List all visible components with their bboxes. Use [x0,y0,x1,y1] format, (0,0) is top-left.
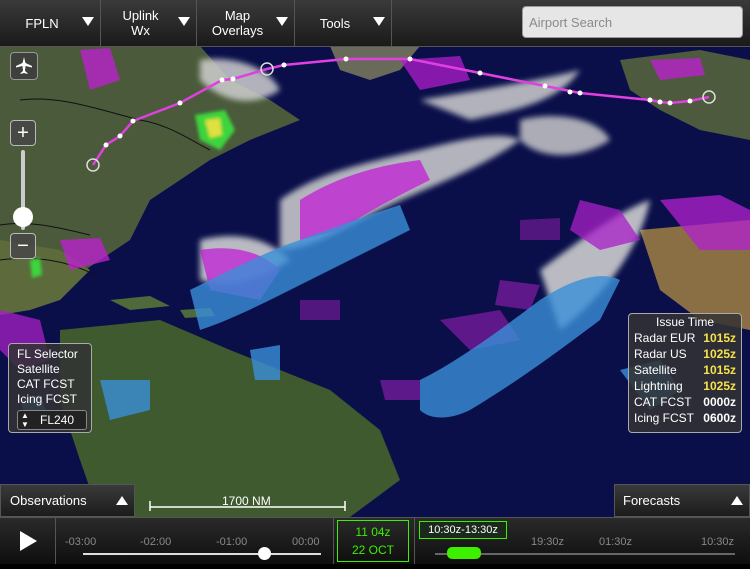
forecast-range-thumb[interactable] [447,547,481,559]
forecasts-tab[interactable]: Forecasts [614,484,750,517]
tools-label: Tools [319,15,351,31]
issue-time-value: 1015z [703,363,736,377]
uplink-label-line2: Wx [131,23,150,38]
observations-tab[interactable]: Observations [0,484,135,517]
issue-time-value: 1015z [703,331,736,345]
playback-bar: -03:00 -02:00 -01:00 00:00 11 04z 22 OCT… [0,517,750,564]
tools-button[interactable]: Tools [295,0,392,46]
forecast-tick: 10:30z [701,536,735,548]
zoom-in-button[interactable]: + [10,120,36,146]
fl-stepper[interactable]: ▲ ▼ FL240 [17,410,87,430]
issue-time-label: Icing FCST [634,411,695,425]
weather-map[interactable] [0,0,750,563]
map-overlays-label-line1: Map [224,8,251,23]
issue-time-row: CAT FCST 0000z [634,394,736,410]
top-toolbar: FPLN Uplink Wx Map Overlays Tools [0,0,750,47]
forecast-tick: 19:30z [531,536,565,548]
issue-time-value: 0000z [703,395,736,409]
center-aircraft-button[interactable] [10,52,38,80]
scale-label: 1700 NM [222,494,271,508]
timeline-tick: -02:00 [140,536,172,548]
timeline-thumb[interactable] [258,547,271,560]
timeline-track[interactable] [83,553,321,555]
chevron-down-icon [178,17,190,26]
current-time: 11 04z [355,525,391,539]
issue-time-row: Lightning 1025z [634,378,736,394]
zoom-slider-thumb[interactable] [13,207,33,227]
zoom-out-button[interactable]: − [10,233,36,259]
chevron-down-icon [82,17,94,26]
airplane-icon [16,57,32,74]
issue-time-label: CAT FCST [634,395,692,409]
forecast-tick: 01:30z [599,536,633,548]
play-icon [20,531,37,551]
chevron-up-icon [116,496,128,505]
chevron-down-icon [373,17,385,26]
chevron-up-icon [731,496,743,505]
issue-time-label: Radar US [634,347,687,361]
fl-selector-panel: FL Selector Satellite CAT FCST Icing FCS… [8,343,92,433]
fl-selector-title: FL Selector [17,347,78,361]
fl-layer-icing-fcst: Icing FCST [17,392,78,406]
map-overlays-button[interactable]: Map Overlays [197,0,295,46]
issue-time-label: Radar EUR [634,331,696,345]
issue-time-panel: Issue Time Radar EUR 1015z Radar US 1025z Sa… [628,313,742,433]
forecast-timeline[interactable]: 10:30z-13:30z 19:30z 01:30z 10:30z [414,518,750,564]
play-button[interactable] [0,518,56,564]
fpln-label: FPLN [25,15,59,31]
airport-search-box[interactable] [522,6,743,38]
current-time-box: 11 04z 22 OCT [337,520,409,562]
map-overlays-label-line2: Overlays [211,23,264,38]
issue-time-row: Icing FCST 0600z [634,410,736,426]
issue-time-row: Radar US 1025z [634,346,736,362]
issue-time-value: 1025z [703,347,736,361]
timeline-tick: -01:00 [216,536,248,548]
issue-time-row: Satellite 1015z [634,362,736,378]
observation-timeline[interactable]: -03:00 -02:00 -01:00 00:00 [56,518,334,564]
issue-time-row: Radar EUR 1015z [634,330,736,346]
issue-time-title: Issue Time [655,315,715,329]
uplink-wx-button[interactable]: Uplink Wx [101,0,197,46]
airport-search-input[interactable] [523,7,742,37]
forecasts-label: Forecasts [623,493,681,508]
issue-time-label: Satellite [634,363,677,377]
stepper-arrows-icon[interactable]: ▲ ▼ [21,411,29,429]
issue-time-value: 0600z [703,411,736,425]
observations-label: Observations [10,493,87,508]
current-date: 22 OCT [351,543,394,557]
chevron-down-icon [276,17,288,26]
issue-time-value: 1025z [703,379,736,393]
issue-time-label: Lightning [634,379,683,393]
forecast-range-label: 10:30z-13:30z [428,524,498,536]
timeline-tick: -03:00 [65,536,97,548]
fl-layer-satellite: Satellite [17,362,60,376]
fl-layer-cat-fcst: CAT FCST [17,377,75,391]
forecast-range-badge: 10:30z-13:30z [419,521,507,539]
uplink-label-line1: Uplink [122,8,159,23]
timeline-tick: 00:00 [292,536,320,548]
flight-level-value: FL240 [40,413,75,427]
fpln-button[interactable]: FPLN [0,0,101,46]
